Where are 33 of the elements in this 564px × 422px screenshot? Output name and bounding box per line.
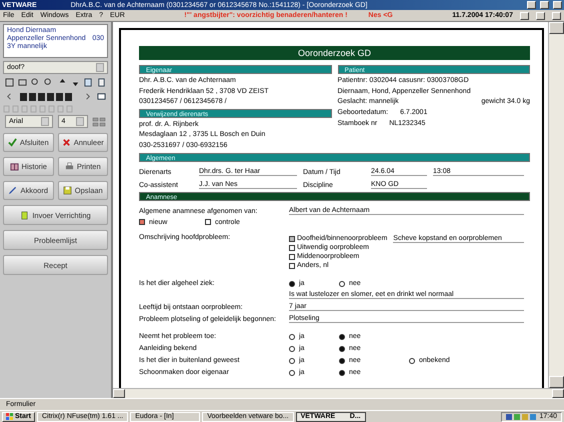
align-icons-drawing	[92, 116, 106, 126]
document-icon[interactable]	[96, 78, 106, 87]
checkbox[interactable]	[289, 254, 295, 260]
radio-button[interactable]	[289, 280, 295, 286]
radio-button[interactable]	[339, 334, 345, 340]
radio-button[interactable]	[339, 370, 345, 376]
restore-button[interactable]	[536, 12, 545, 20]
close-icon	[62, 138, 71, 147]
radio-button[interactable]	[289, 370, 295, 376]
checkbox[interactable]	[139, 219, 145, 225]
windows-logo-icon	[6, 413, 13, 420]
book-icon	[10, 162, 19, 171]
radio-button[interactable]	[339, 346, 345, 352]
maximize-button[interactable]	[540, 1, 549, 9]
checkbox[interactable]	[289, 262, 295, 268]
radio-button[interactable]	[289, 334, 295, 340]
checkbox[interactable]	[205, 219, 211, 225]
checkbox[interactable]	[289, 244, 295, 250]
printer-icon	[64, 162, 74, 171]
window-icon[interactable]	[96, 92, 106, 101]
radio-button[interactable]	[339, 358, 345, 364]
radio-button[interactable]	[339, 280, 345, 286]
radio-button[interactable]	[409, 358, 415, 364]
check-icon	[8, 138, 17, 147]
save-icon	[62, 186, 72, 195]
format-icons-drawing	[3, 105, 73, 113]
tray-icons-drawing	[506, 412, 536, 420]
radio-button[interactable]	[289, 346, 295, 352]
note-icon	[20, 210, 30, 220]
form-title: Ooronderzoek GD	[139, 46, 530, 60]
checkbox[interactable]	[289, 236, 295, 242]
radio-button[interactable]	[289, 358, 295, 364]
pen-icon	[8, 186, 18, 195]
